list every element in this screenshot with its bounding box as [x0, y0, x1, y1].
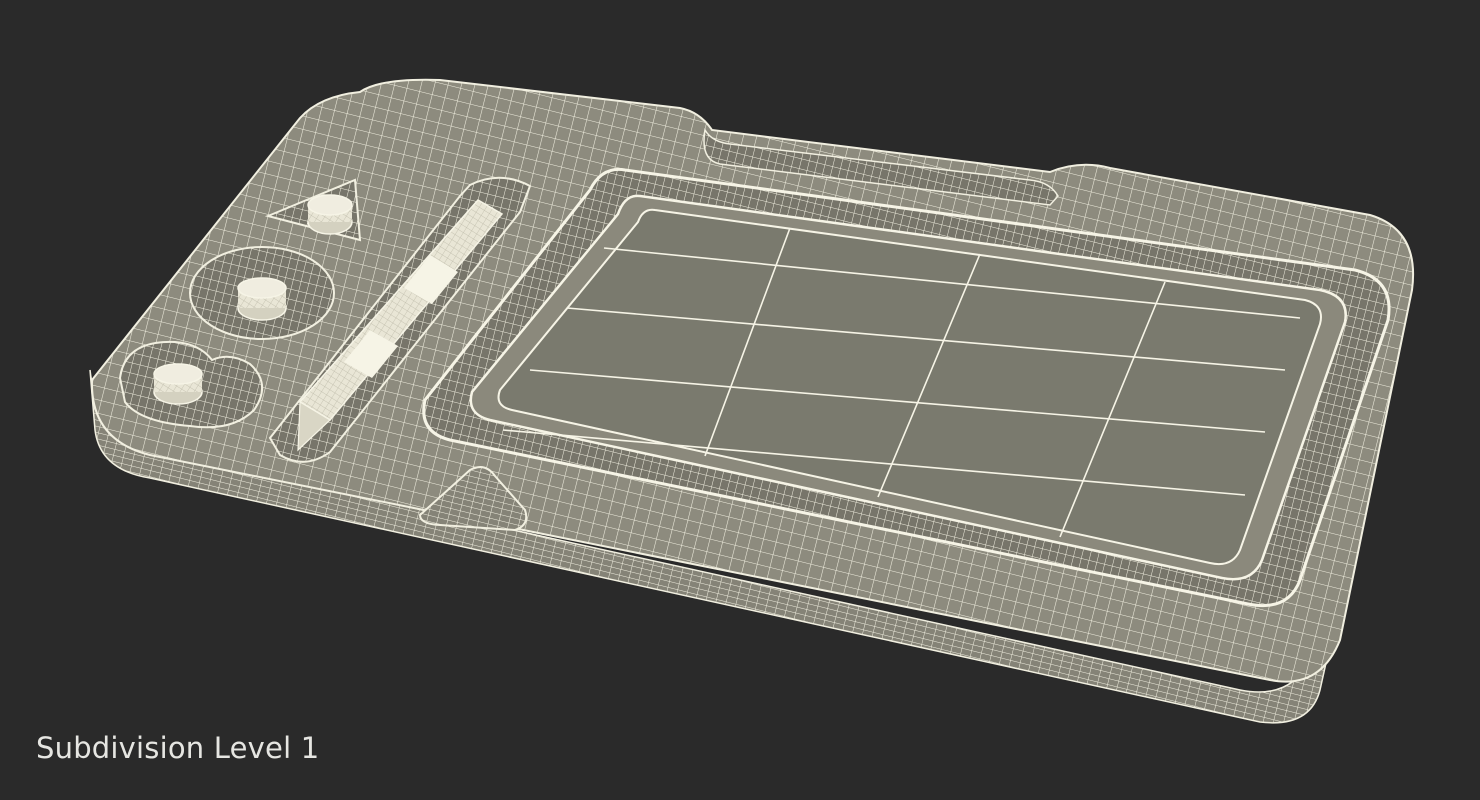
heart-stamp — [153, 363, 203, 405]
wireframe-model — [89, 78, 1414, 724]
caption-subdivision-level: Subdivision Level 1 — [36, 731, 320, 765]
viewport: Subdivision Level 1 — [0, 0, 1480, 800]
triangle-stamp — [307, 194, 353, 235]
circle-stamp — [237, 277, 287, 321]
